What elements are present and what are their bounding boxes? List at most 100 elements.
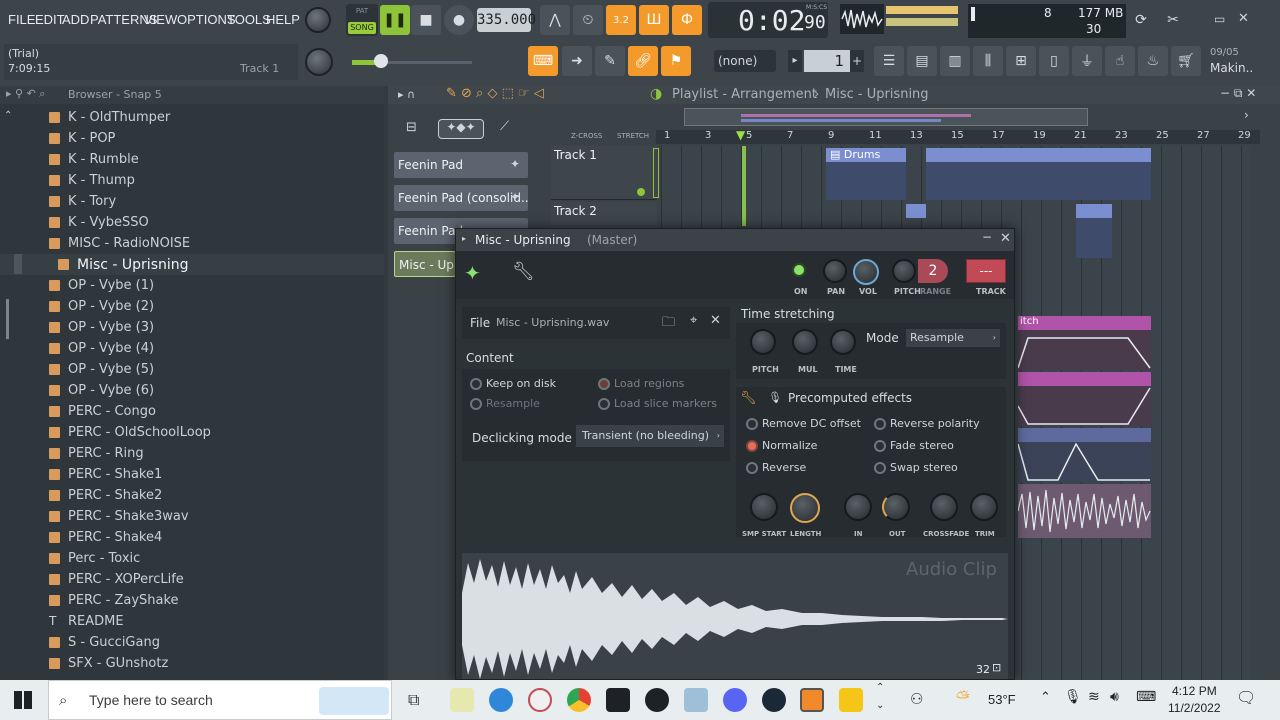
project-button[interactable]: ▯ bbox=[1039, 46, 1069, 76]
pitch-clip[interactable]: itch bbox=[1018, 316, 1151, 330]
browser-item[interactable]: PERC - Shake2 bbox=[0, 485, 384, 506]
folder-icon[interactable]: 🗀︎ bbox=[662, 313, 675, 335]
keyboard-icon[interactable]: ⌨ bbox=[1136, 689, 1156, 705]
chrome-icon[interactable] bbox=[567, 688, 591, 712]
trim-knob[interactable] bbox=[970, 493, 998, 521]
audio-clip-icon[interactable]: ✦ bbox=[464, 261, 481, 285]
tempo-display[interactable]: 335.000 bbox=[477, 8, 536, 32]
notification-icon[interactable]: 🗨︎ bbox=[1236, 688, 1256, 707]
zoom-icon[interactable]: ⊡ bbox=[992, 661, 1001, 674]
task-view-icon[interactable]: ⧉ bbox=[408, 690, 419, 710]
dialog-close-icon[interactable]: ✕ bbox=[1000, 231, 1011, 246]
swap-stereo-option[interactable]: Swap stereo bbox=[874, 461, 958, 474]
typing-keyboard-button[interactable]: ⌨ bbox=[528, 46, 558, 76]
dialog-menu-icon[interactable]: ▸ bbox=[462, 234, 466, 243]
add-pattern-icon[interactable]: + bbox=[850, 50, 864, 72]
normalize-option[interactable]: Normalize bbox=[746, 439, 817, 452]
load-regions-option[interactable]: Load regions bbox=[598, 377, 684, 390]
mixer-button[interactable]: ⫼ bbox=[973, 46, 1003, 76]
windows-start-icon[interactable] bbox=[14, 691, 32, 709]
piano-roll-button[interactable]: ▤ bbox=[907, 46, 937, 76]
browser-scrollbar[interactable] bbox=[6, 299, 9, 339]
smp-start-knob[interactable] bbox=[750, 493, 778, 521]
channel-rack-button[interactable]: ▥ bbox=[940, 46, 970, 76]
menu-help[interactable]: HELP bbox=[266, 12, 300, 27]
clear-file-icon[interactable]: ✕ bbox=[710, 313, 721, 328]
browser-tools-icon[interactable]: ▸ ⚲ ↶ ⌕ bbox=[6, 87, 45, 101]
browser-item[interactable]: OP - Vybe (1) bbox=[0, 275, 384, 296]
browser-item[interactable]: K - Rumble bbox=[0, 149, 384, 170]
master-volume-knob[interactable] bbox=[305, 7, 331, 33]
browser-item[interactable]: SFX - GUnshotz bbox=[0, 653, 384, 674]
menu-edit[interactable]: EDIT bbox=[35, 12, 65, 27]
volume-icon[interactable]: 🔊︎ bbox=[1110, 689, 1119, 705]
photos-icon[interactable] bbox=[684, 688, 708, 712]
timeline-scrollbar[interactable] bbox=[684, 108, 1088, 126]
steam-icon[interactable] bbox=[762, 688, 786, 712]
drums-clip[interactable]: ▤ Drums bbox=[826, 148, 906, 162]
pattern-item-selected[interactable]: Misc - Upri bbox=[394, 251, 462, 277]
minimize-icon[interactable]: ▭ bbox=[1214, 12, 1225, 26]
playlist-window-controls[interactable]: − ⧉ ✕ bbox=[1220, 86, 1256, 101]
collapse-icon[interactable]: ⌃ bbox=[4, 110, 12, 121]
browser-item[interactable]: K - VybeSSO bbox=[0, 212, 384, 233]
playhead[interactable] bbox=[742, 146, 746, 226]
automation-clip[interactable] bbox=[1018, 372, 1151, 386]
browser-item[interactable]: OP - Vybe (4) bbox=[0, 338, 384, 359]
pitch-automation[interactable] bbox=[1017, 330, 1151, 370]
pattern-prev-icon[interactable]: ▸ bbox=[788, 50, 802, 72]
audio-tab[interactable]: ✦◆✦ bbox=[438, 119, 484, 139]
fade-stereo-option[interactable]: Fade stereo bbox=[874, 439, 954, 452]
ts-pitch-knob[interactable] bbox=[750, 329, 776, 355]
browser-item[interactable]: T README bbox=[0, 611, 384, 632]
terminal-icon[interactable] bbox=[606, 688, 630, 712]
browser-item[interactable]: K - Tory bbox=[0, 191, 384, 212]
in-knob[interactable] bbox=[844, 493, 872, 521]
people-icon[interactable]: ⚇ bbox=[910, 690, 923, 708]
pattern-selector[interactable]: 1 bbox=[804, 50, 850, 72]
stop-button[interactable]: ■ bbox=[411, 5, 441, 35]
app-icon[interactable] bbox=[528, 688, 552, 712]
stretch-mode-select[interactable]: Resample › bbox=[906, 329, 1000, 347]
browser-item[interactable]: PERC - XOPercLife bbox=[0, 569, 384, 590]
browser-item[interactable]: K - OldThumper bbox=[0, 107, 384, 128]
playlist-window-button[interactable]: ☰ bbox=[874, 46, 904, 76]
automation-clip-body[interactable] bbox=[1017, 386, 1151, 426]
pan-knob[interactable] bbox=[823, 259, 847, 283]
browser-item[interactable]: PERC - Shake3wav bbox=[0, 506, 384, 527]
master-pitch-knob[interactable] bbox=[305, 48, 333, 76]
length-knob[interactable] bbox=[790, 493, 820, 523]
pat-song-toggle[interactable]: PAT SONG bbox=[346, 4, 378, 36]
drums-clip-body[interactable] bbox=[826, 162, 906, 200]
touch-button[interactable]: ☝ bbox=[1105, 46, 1135, 76]
drums-clip[interactable] bbox=[926, 148, 1151, 162]
resample-option[interactable]: Resample bbox=[470, 397, 540, 410]
playhead-marker-icon[interactable]: ▼ bbox=[736, 128, 745, 142]
locate-icon[interactable]: ⌖ bbox=[690, 313, 697, 328]
vol-knob[interactable] bbox=[853, 259, 879, 285]
timeline-ruler[interactable]: 1 3 5 7 9 11 13 15 17 19 21 23 25 27 29 ▼ bbox=[656, 128, 1260, 144]
load-slice-markers-option[interactable]: Load slice markers bbox=[598, 397, 717, 410]
mixer-track-select[interactable]: --- bbox=[966, 259, 1006, 283]
play-button[interactable]: ❚❚ bbox=[380, 5, 410, 35]
browser-item[interactable]: K - Thump bbox=[0, 170, 384, 191]
pattern-item[interactable]: Feenin Pad ✦ bbox=[394, 152, 528, 178]
browser-item[interactable]: PERC - Ring bbox=[0, 443, 384, 464]
countdown-button[interactable]: 3.2 bbox=[606, 5, 636, 35]
scroll-up-icon[interactable]: ⌃ bbox=[876, 682, 884, 693]
record-button[interactable]: ● bbox=[444, 5, 474, 35]
scroll-down-icon[interactable]: ⌄ bbox=[876, 700, 884, 711]
wrench-icon[interactable]: 🔧︎ bbox=[740, 391, 757, 406]
track2-clip-body[interactable] bbox=[1076, 218, 1112, 258]
edge-icon[interactable] bbox=[489, 688, 513, 712]
out-knob[interactable] bbox=[882, 493, 910, 521]
wifi-icon[interactable]: ≋ bbox=[1088, 689, 1100, 705]
microphone-icon[interactable]: 🎙︎ bbox=[1064, 689, 1082, 705]
browser-item[interactable]: OP - Vybe (5) bbox=[0, 359, 384, 380]
browser-item[interactable]: OP - Vybe (2) bbox=[0, 296, 384, 317]
declicking-mode-select[interactable]: Transient (no bleeding) › bbox=[576, 425, 724, 447]
browser-item[interactable]: Misc - Uprisning bbox=[0, 254, 384, 275]
wrench-icon[interactable]: 🔧︎ bbox=[512, 261, 535, 282]
browser-scroll-marker[interactable] bbox=[14, 254, 22, 274]
browser-item[interactable]: S - GucciGang bbox=[0, 632, 384, 653]
